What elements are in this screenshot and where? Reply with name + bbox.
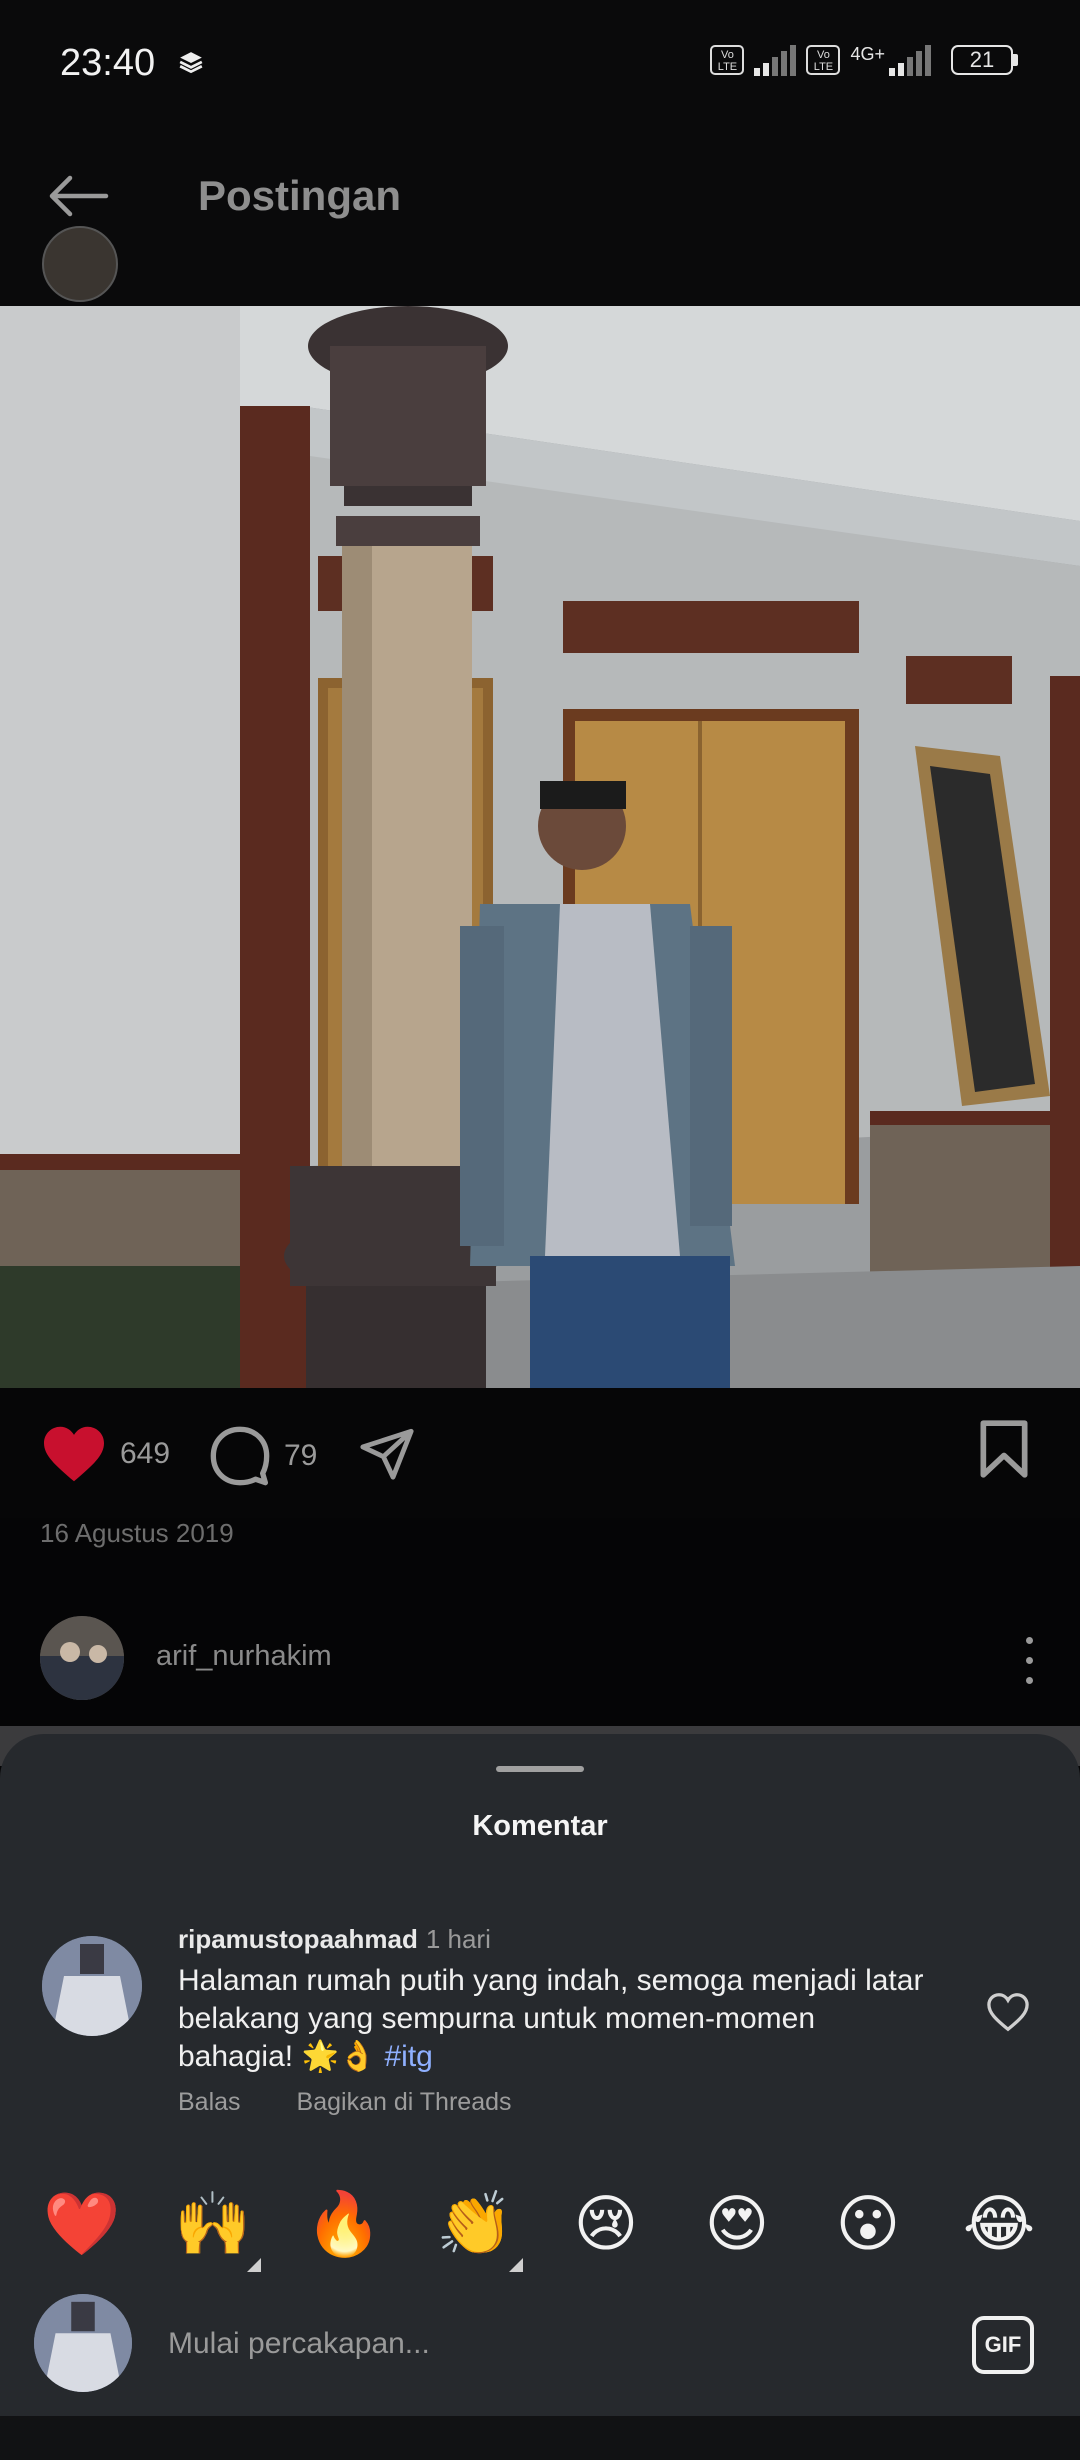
drag-handle[interactable] xyxy=(496,1766,584,1772)
navigation-bar xyxy=(0,2416,1080,2460)
comment-text: Halaman rumah putih yang indah, semoga m… xyxy=(178,1962,938,2076)
post-photo[interactable] xyxy=(0,306,1080,1388)
share-threads-button[interactable]: Bagikan di Threads xyxy=(297,2088,512,2117)
volte-badge-1: Vo LTE xyxy=(710,45,745,75)
layers-icon xyxy=(179,52,203,74)
post-date: 16 Agustus 2019 xyxy=(40,1518,234,1548)
next-post-header: arif_nurhakim xyxy=(0,1600,1080,1730)
status-indicators: Vo LTE Vo LTE 4G+ 21 xyxy=(710,44,1018,76)
heart-outline-icon[interactable] xyxy=(986,1992,1030,2032)
next-post-avatar[interactable] xyxy=(40,1616,124,1700)
comment-composer: GIF xyxy=(0,2284,1080,2404)
sheet-title: Komentar xyxy=(472,1810,608,1842)
comment-count: 79 xyxy=(284,1439,318,1472)
current-user-avatar xyxy=(34,2294,132,2392)
battery-icon: 21 xyxy=(951,45,1018,75)
bookmark-icon xyxy=(980,1420,1028,1478)
comment-username[interactable]: ripamustopaahmad xyxy=(178,1924,418,1954)
next-post-username[interactable]: arif_nurhakim xyxy=(156,1640,332,1673)
comment-input[interactable] xyxy=(168,2314,928,2374)
comment-bubble-icon xyxy=(210,1426,270,1486)
gif-button[interactable]: GIF xyxy=(972,2316,1034,2374)
volte-badge-2: Vo LTE xyxy=(806,45,841,75)
comments-sheet: Komentar ripamustopaahmad 1 hari Halaman … xyxy=(0,1734,1080,2460)
status-time: 23:40 xyxy=(60,42,156,84)
emoji-heart-eyes-button[interactable]: 😍 xyxy=(695,2182,779,2266)
back-button[interactable] xyxy=(38,156,118,236)
emoji-fire-button[interactable]: 🔥 xyxy=(302,2182,386,2266)
post-author-avatar[interactable] xyxy=(42,226,118,302)
comment-header: ripamustopaahmad 1 hari xyxy=(178,1924,491,1955)
like-action[interactable]: 649 xyxy=(40,1424,170,1484)
arrow-left-icon xyxy=(49,175,109,217)
like-count: 649 xyxy=(120,1437,171,1470)
battery-level: 21 xyxy=(951,45,1013,75)
emoji-heart-button[interactable]: ❤️ xyxy=(40,2182,124,2266)
signal-strength-1-icon xyxy=(754,44,797,76)
comment-actions: Balas Bagikan di Threads xyxy=(178,2088,512,2117)
comment-item: ripamustopaahmad 1 hari Halaman rumah put… xyxy=(0,1916,1080,2196)
emoji-raised-hands-button[interactable]: 🙌 xyxy=(171,2182,261,2272)
share-button[interactable] xyxy=(356,1424,418,1482)
status-bar: 23:40 Vo LTE Vo LTE 4G+ 21 xyxy=(0,0,1080,130)
emoji-clap-button[interactable]: 👏 xyxy=(433,2182,523,2272)
network-type: 4G+ xyxy=(850,44,885,64)
emoji-sad-button[interactable]: 😢 xyxy=(564,2182,648,2266)
comment-body: Halaman rumah putih yang indah, semoga m… xyxy=(178,1964,924,2073)
emoji-laugh-button[interactable]: 😂 xyxy=(957,2182,1041,2266)
comment-action[interactable]: 79 xyxy=(208,1424,317,1488)
signal-strength-2-icon xyxy=(889,44,931,76)
send-icon xyxy=(360,1428,414,1480)
quick-emoji-bar: ❤️ 🙌 🔥 👏 😢 😍 😮 😂 xyxy=(0,2182,1080,2282)
save-button[interactable] xyxy=(976,1418,1032,1480)
comment-time: 1 hari xyxy=(425,1924,491,1954)
emoji-surprised-button[interactable]: 😮 xyxy=(826,2182,910,2266)
top-app-bar: Postingan xyxy=(0,130,1080,306)
more-options-icon[interactable] xyxy=(1014,1630,1044,1690)
reply-button[interactable]: Balas xyxy=(178,2088,241,2117)
commenter-avatar[interactable] xyxy=(42,1936,142,2036)
heart-filled-icon xyxy=(44,1426,104,1482)
comment-hashtag[interactable]: #itg xyxy=(385,2040,433,2073)
post-actions-bar: 649 79 xyxy=(0,1388,1080,1518)
page-title: Postingan xyxy=(198,172,402,219)
